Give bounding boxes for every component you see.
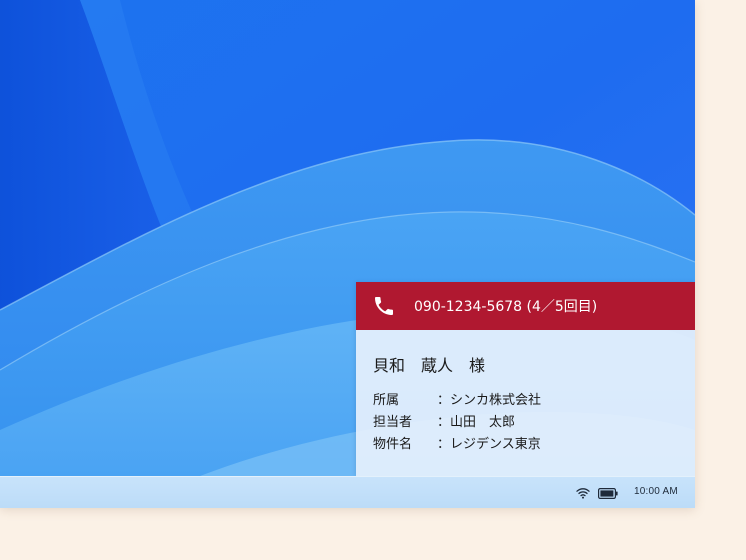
detail-value: ：シンカ株式会社 [437, 393, 542, 408]
detail-label: 担当者 [373, 415, 413, 430]
battery-icon[interactable] [598, 488, 618, 499]
taskbar-clock[interactable]: 10:00 AM [634, 486, 678, 497]
wifi-icon[interactable] [576, 486, 590, 500]
detail-label: 所属 [373, 393, 400, 408]
taskbar: 10:00 AM [0, 476, 695, 508]
desktop-screen: 090-1234-5678 (4／5回目) 貝和 蔵人 様 所属 ：シンカ株式会社… [0, 0, 695, 508]
caller-phone-number: 090-1234-5678 (4／5回目) [414, 299, 598, 315]
incoming-call-notification[interactable]: 090-1234-5678 (4／5回目) 貝和 蔵人 様 所属 ：シンカ株式会社… [356, 282, 695, 476]
detail-value: ：山田 太郎 [437, 415, 516, 430]
detail-row-contact-person: 担当者 ：山田 太郎 [373, 411, 515, 430]
notification-header: 090-1234-5678 (4／5回目) [356, 282, 695, 330]
caller-name: 貝和 蔵人 様 [373, 356, 486, 375]
detail-row-property-name: 物件名 ：レジデンス東京 [373, 433, 541, 452]
detail-value: ：レジデンス東京 [437, 437, 541, 452]
phone-icon [375, 297, 393, 315]
detail-row-affiliation: 所属 ：シンカ株式会社 [373, 389, 541, 408]
detail-label: 物件名 [373, 437, 413, 452]
